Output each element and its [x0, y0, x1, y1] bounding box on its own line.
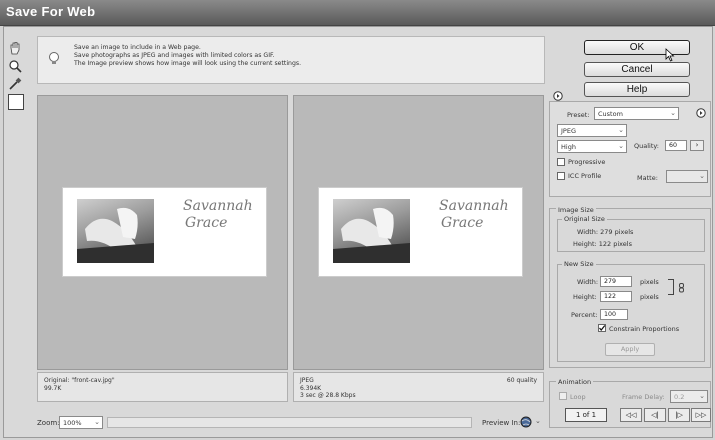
photo-thumbnail	[333, 199, 410, 263]
zoom-value: 100%	[63, 419, 82, 427]
animation-label: Animation	[556, 378, 594, 386]
last-frame-button[interactable]: ▷▷	[691, 408, 711, 422]
tip-line: Save photographs as JPEG and images with…	[74, 52, 275, 59]
chevron-down-icon: ⌄	[618, 142, 624, 150]
previous-frame-button[interactable]: ◁|	[644, 408, 666, 422]
progressive-label: Progressive	[568, 158, 606, 166]
icc-profile-checkbox[interactable]	[557, 172, 565, 180]
original-size-label: Original Size	[562, 215, 607, 223]
height-input[interactable]: 122	[600, 291, 632, 302]
quality-label: Quality:	[634, 142, 659, 150]
optimized-info-bar: JPEG 6.394K 3 sec @ 28.8 Kbps 60 quality	[293, 372, 544, 402]
chevron-down-icon: ⌄	[699, 172, 705, 180]
chevron-down-icon: ⌄	[699, 392, 705, 400]
image-size-label: Image Size	[556, 206, 596, 214]
card-name-line2: Grace	[441, 215, 484, 231]
matte-label: Matte:	[637, 174, 658, 182]
settings-menu-icon[interactable]	[696, 108, 706, 120]
tip-line: Save an image to include in a Web page.	[74, 44, 201, 51]
zoom-label: Zoom:	[37, 419, 60, 427]
hand-tool-icon[interactable]	[7, 40, 23, 56]
eyedropper-tool-icon[interactable]	[7, 76, 23, 92]
browser-globe-icon[interactable]	[520, 416, 532, 430]
status-bar	[107, 417, 472, 428]
photo-thumbnail	[77, 199, 154, 263]
chevron-down-icon: ⌄	[94, 418, 100, 426]
title-bar: Save For Web	[0, 0, 715, 26]
matte-select[interactable]: ⌄	[666, 170, 708, 183]
preset-value: Custom	[598, 110, 623, 118]
constrain-proportions-label: Constrain Proportions	[609, 325, 680, 333]
width-unit: pixels	[640, 278, 659, 286]
constrain-proportions-checkbox[interactable]	[598, 324, 606, 332]
compression-value: High	[561, 143, 576, 151]
original-filesize: 99.7K	[44, 384, 62, 392]
icc-profile-label: ICC Profile	[568, 172, 602, 180]
next-frame-button[interactable]: |▷	[668, 408, 690, 422]
original-info-bar: Original: "front-cav.jpg" 99.7K	[37, 372, 288, 402]
frame-delay-select[interactable]: 0.2 ⌄	[670, 390, 708, 403]
zoom-tool-icon[interactable]	[7, 58, 23, 74]
optimized-format: JPEG	[300, 377, 314, 384]
chevron-down-icon: ⌄	[670, 109, 676, 117]
help-button[interactable]: Help	[584, 82, 690, 97]
apply-button[interactable]: Apply	[605, 343, 655, 356]
optimized-preview-pane[interactable]: Savannah Grace	[293, 95, 544, 370]
percent-label: Percent:	[571, 311, 598, 319]
new-size-label: New Size	[562, 260, 596, 268]
height-label: Height:	[573, 293, 597, 301]
business-card-preview: Savannah Grace	[318, 187, 523, 277]
tip-box: Save an image to include in a Web page. …	[37, 36, 545, 84]
frame-delay-label: Frame Delay:	[622, 393, 665, 401]
format-value: JPEG	[561, 127, 576, 135]
format-select[interactable]: JPEG ⌄	[557, 124, 627, 137]
width-label: Width:	[577, 278, 599, 286]
original-preview-pane[interactable]: Savannah Grace	[37, 95, 288, 370]
width-input[interactable]: 279	[600, 276, 632, 287]
cancel-button[interactable]: Cancel	[584, 62, 690, 77]
chain-link-icon	[679, 283, 684, 295]
chevron-down-icon[interactable]: ⌄	[535, 417, 541, 425]
chevron-down-icon: ⌄	[618, 126, 624, 134]
tip-line: The Image preview shows how image will l…	[74, 60, 302, 67]
preset-select[interactable]: Custom ⌄	[594, 107, 679, 120]
window-title: Save For Web	[6, 4, 96, 19]
original-filename: Original: "front-cav.jpg"	[44, 377, 115, 384]
zoom-select[interactable]: 100% ⌄	[59, 416, 103, 429]
optimized-download-time: 3 sec @ 28.8 Kbps	[300, 392, 356, 399]
optimized-filesize: 6.394K	[300, 384, 322, 392]
height-unit: pixels	[640, 293, 659, 301]
card-name-line1: Savannah	[439, 198, 509, 214]
original-height: Height: 122 pixels	[573, 240, 632, 248]
optimized-quality: 60 quality	[506, 377, 537, 384]
frame-delay-value: 0.2	[674, 393, 685, 401]
loop-label: Loop	[570, 393, 586, 401]
quality-slider-button[interactable]: ›	[690, 140, 704, 151]
preset-label: Preset:	[567, 111, 590, 119]
original-width: Width: 279 pixels	[577, 228, 634, 236]
lightbulb-icon	[48, 51, 60, 69]
card-name-line2: Grace	[185, 215, 228, 231]
preview-in-label: Preview In:	[482, 419, 521, 427]
constrain-bracket	[668, 279, 674, 295]
eyedropper-color-swatch[interactable]	[8, 94, 24, 110]
loop-checkbox[interactable]	[559, 392, 567, 400]
compression-select[interactable]: High ⌄	[557, 140, 627, 153]
first-frame-button[interactable]: ◁◁	[620, 408, 642, 422]
business-card-preview: Savannah Grace	[62, 187, 267, 277]
percent-input[interactable]: 100	[600, 309, 628, 320]
card-name-line1: Savannah	[183, 198, 253, 214]
quality-input[interactable]: 60	[665, 140, 687, 151]
tool-palette	[7, 40, 25, 94]
progressive-checkbox[interactable]	[557, 158, 565, 166]
frame-counter: 1 of 1	[565, 408, 607, 422]
